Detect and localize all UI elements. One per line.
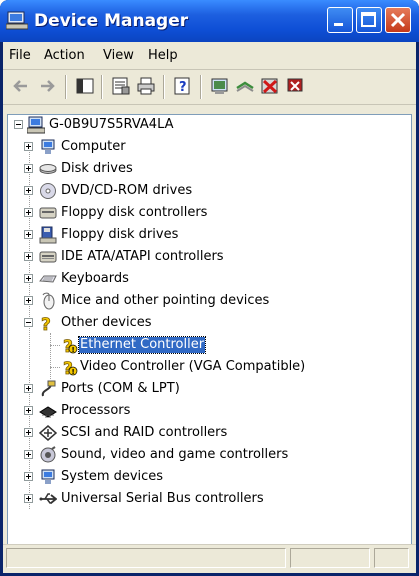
- close-icon: [390, 12, 406, 28]
- usb-icon: [39, 493, 57, 504]
- back-arrow-icon[interactable]: [11, 76, 31, 96]
- sound-icon: [40, 446, 56, 463]
- tree-root-label[interactable]: G-0B9U7S5RVA4LA: [48, 117, 175, 133]
- tree-item-label[interactable]: Disk drives: [60, 161, 134, 177]
- tree-item-label[interactable]: Floppy disk drives: [60, 227, 179, 243]
- toolbar-separator: [101, 75, 103, 99]
- expand-icon[interactable]: [24, 252, 33, 261]
- ide-controller-icon: [39, 251, 57, 263]
- unknown-device-warning-icon: ?!: [63, 359, 78, 376]
- expand-icon[interactable]: [24, 208, 33, 217]
- forward-arrow-icon[interactable]: [37, 76, 57, 96]
- tree-item-label[interactable]: Other devices: [60, 315, 153, 331]
- expand-icon[interactable]: [24, 428, 33, 437]
- keyboard-icon: [39, 275, 57, 283]
- title-bar[interactable]: Device Manager: [0, 0, 419, 42]
- tree-item-label[interactable]: Sound, video and game controllers: [60, 447, 289, 463]
- disable-device-icon[interactable]: [260, 76, 280, 96]
- expand-icon[interactable]: [24, 450, 33, 459]
- close-button[interactable]: [385, 7, 411, 33]
- system-device-icon: [41, 469, 55, 484]
- expand-icon[interactable]: [24, 472, 33, 481]
- menu-action[interactable]: Action: [44, 48, 85, 63]
- svg-text:?: ?: [41, 315, 51, 332]
- window-title: Device Manager: [34, 11, 189, 31]
- toolbar-separator: [65, 75, 67, 99]
- toolbar-separator: [163, 75, 165, 99]
- tree-item-label[interactable]: IDE ATA/ATAPI controllers: [60, 249, 225, 265]
- scan-hardware-icon[interactable]: [210, 76, 230, 96]
- expand-icon[interactable]: [24, 164, 33, 173]
- help-icon[interactable]: ?: [173, 76, 193, 96]
- properties-icon[interactable]: [111, 76, 131, 96]
- console-tree-icon[interactable]: [75, 76, 95, 96]
- collapse-icon[interactable]: [14, 120, 23, 129]
- computer-icon: [41, 139, 55, 154]
- cdrom-icon: [40, 183, 56, 199]
- menu-help[interactable]: Help: [148, 48, 178, 63]
- tree-item-label[interactable]: SCSI and RAID controllers: [60, 425, 228, 441]
- floppy-drive-icon: [39, 226, 57, 244]
- expand-icon[interactable]: [24, 494, 33, 503]
- expand-icon[interactable]: [24, 384, 33, 393]
- expand-icon[interactable]: [24, 296, 33, 305]
- tree-connector: [50, 345, 60, 347]
- maximize-icon: [361, 12, 376, 27]
- tree-item-label[interactable]: Processors: [60, 403, 131, 419]
- print-icon[interactable]: [136, 76, 156, 96]
- svg-text:!: !: [72, 346, 75, 354]
- status-pane: [374, 548, 409, 568]
- maximize-button[interactable]: [356, 7, 382, 33]
- menu-bar: File Action View Help: [3, 42, 416, 70]
- toolbar-separator: [200, 75, 202, 99]
- minimize-icon: [334, 23, 343, 26]
- device-manager-window: Device Manager File Action View Help ? G…: [0, 0, 419, 576]
- tree-item-label[interactable]: Keyboards: [60, 271, 130, 287]
- unknown-device-warning-icon: ?!: [63, 337, 78, 354]
- status-pane-main: [6, 548, 286, 568]
- tree-item-label[interactable]: Ethernet Controller: [77, 336, 207, 354]
- collapse-icon[interactable]: [24, 318, 33, 327]
- svg-text:?: ?: [179, 80, 187, 95]
- expand-icon[interactable]: [24, 142, 33, 151]
- uninstall-device-icon[interactable]: [285, 76, 305, 96]
- expand-icon[interactable]: [24, 406, 33, 415]
- status-bar: [3, 544, 416, 573]
- expand-icon[interactable]: [24, 230, 33, 239]
- processor-icon: [39, 406, 57, 418]
- device-manager-icon: [6, 11, 28, 30]
- window-frame: File Action View Help ? G-0B9U7S5RVA4LA …: [3, 42, 416, 573]
- device-tree[interactable]: G-0B9U7S5RVA4LA Computer Disk drives DVD…: [7, 114, 412, 556]
- tree-item-label[interactable]: Computer: [60, 139, 127, 155]
- tree-item-label[interactable]: DVD/CD-ROM drives: [60, 183, 193, 199]
- computer-root-icon: [27, 116, 45, 134]
- menu-view[interactable]: View: [103, 48, 134, 63]
- status-pane: [290, 548, 370, 568]
- unknown-device-icon: ?: [41, 315, 52, 332]
- update-driver-icon[interactable]: [235, 76, 255, 96]
- toolbar: ?: [3, 70, 416, 105]
- tree-item-label[interactable]: Floppy disk controllers: [60, 205, 208, 221]
- tree-item-label[interactable]: Video Controller (VGA Compatible): [79, 359, 306, 375]
- disk-drive-icon: [39, 164, 57, 174]
- tree-connector: [50, 367, 60, 369]
- svg-text:!: !: [72, 368, 75, 376]
- expand-icon[interactable]: [24, 186, 33, 195]
- mouse-icon: [42, 292, 55, 310]
- tree-connector: [50, 333, 52, 379]
- menu-file[interactable]: File: [9, 48, 31, 63]
- tree-item-label[interactable]: Mice and other pointing devices: [60, 293, 270, 309]
- expand-icon[interactable]: [24, 274, 33, 283]
- minimize-button[interactable]: [327, 7, 353, 33]
- scsi-icon: [39, 425, 57, 441]
- port-icon: [41, 380, 56, 397]
- tree-item-label[interactable]: System devices: [60, 469, 164, 485]
- floppy-controller-icon: [39, 207, 57, 219]
- tree-item-label[interactable]: Universal Serial Bus controllers: [60, 491, 265, 507]
- tree-item-label[interactable]: Ports (COM & LPT): [60, 381, 181, 397]
